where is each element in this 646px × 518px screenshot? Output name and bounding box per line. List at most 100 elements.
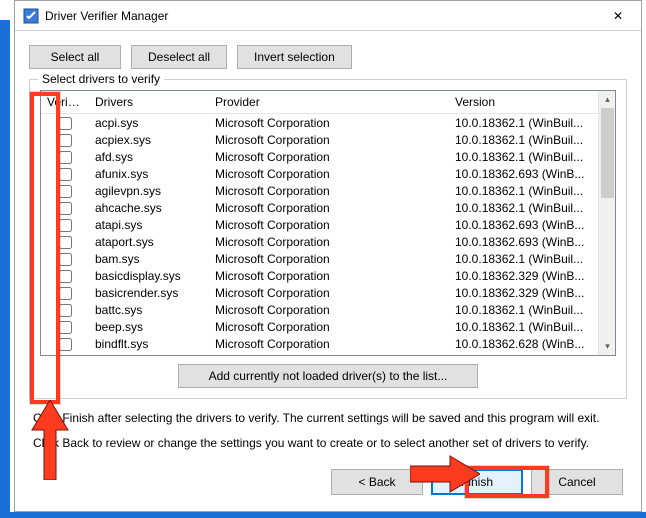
driver-provider: Microsoft Corporation bbox=[209, 354, 449, 355]
driver-provider: Microsoft Corporation bbox=[209, 337, 449, 351]
table-row[interactable]: ahcache.sysMicrosoft Corporation10.0.183… bbox=[41, 199, 598, 216]
table-row[interactable]: basicdisplay.sysMicrosoft Corporation10.… bbox=[41, 267, 598, 284]
driver-version: 10.0.18362.1 (WinBuil... bbox=[449, 116, 598, 130]
footer-buttons: < Back Finish Cancel bbox=[15, 453, 641, 511]
desktop-edge bbox=[0, 512, 646, 518]
driver-version: 10.0.18362.1 (WinBuil... bbox=[449, 201, 598, 215]
driver-version: 10.0.18362.693 (WinB... bbox=[449, 167, 598, 181]
driver-name: bam.sys bbox=[89, 252, 209, 266]
driver-provider: Microsoft Corporation bbox=[209, 201, 449, 215]
driver-provider: Microsoft Corporation bbox=[209, 218, 449, 232]
driver-provider: Microsoft Corporation bbox=[209, 150, 449, 164]
verify-checkbox[interactable] bbox=[59, 321, 72, 334]
verify-checkbox[interactable] bbox=[59, 219, 72, 232]
driver-provider: Microsoft Corporation bbox=[209, 269, 449, 283]
close-button[interactable]: ✕ bbox=[595, 1, 641, 31]
table-row[interactable]: basicrender.sysMicrosoft Corporation10.0… bbox=[41, 284, 598, 301]
driver-version: 10.0.18362.329 (WinB... bbox=[449, 269, 598, 283]
add-unloaded-drivers-button[interactable]: Add currently not loaded driver(s) to th… bbox=[178, 364, 478, 388]
driver-version: 10.0.18362.1 (WinBuil... bbox=[449, 252, 598, 266]
table-row[interactable]: acpi.sysMicrosoft Corporation10.0.18362.… bbox=[41, 114, 598, 131]
table-row[interactable]: beep.sysMicrosoft Corporation10.0.18362.… bbox=[41, 318, 598, 335]
table-row[interactable]: afd.sysMicrosoft Corporation10.0.18362.1… bbox=[41, 148, 598, 165]
verify-checkbox[interactable] bbox=[59, 134, 72, 147]
table-row[interactable]: ataport.sysMicrosoft Corporation10.0.183… bbox=[41, 233, 598, 250]
driver-name: ahcache.sys bbox=[89, 201, 209, 215]
driver-version: 10.0.18362.693 (WinB... bbox=[449, 218, 598, 232]
driver-provider: Microsoft Corporation bbox=[209, 167, 449, 181]
scroll-up-arrow-icon[interactable]: ▴ bbox=[599, 91, 616, 108]
driver-name: bootvid.dll bbox=[89, 354, 209, 355]
driver-name: battc.sys bbox=[89, 303, 209, 317]
verify-checkbox[interactable] bbox=[59, 253, 72, 266]
driver-version: 10.0.18362.1 (WinBuil... bbox=[449, 354, 598, 355]
column-drivers[interactable]: Drivers bbox=[89, 91, 209, 113]
driver-provider: Microsoft Corporation bbox=[209, 252, 449, 266]
driver-version: 10.0.18362.1 (WinBuil... bbox=[449, 184, 598, 198]
verify-checkbox[interactable] bbox=[59, 202, 72, 215]
verify-checkbox[interactable] bbox=[59, 287, 72, 300]
table-row[interactable]: acpiex.sysMicrosoft Corporation10.0.1836… bbox=[41, 131, 598, 148]
verify-checkbox[interactable] bbox=[59, 270, 72, 283]
list-body[interactable]: acpi.sysMicrosoft Corporation10.0.18362.… bbox=[41, 114, 598, 355]
driver-version: 10.0.18362.628 (WinB... bbox=[449, 337, 598, 351]
deselect-all-button[interactable]: Deselect all bbox=[131, 45, 227, 69]
driver-provider: Microsoft Corporation bbox=[209, 235, 449, 249]
table-row[interactable]: afunix.sysMicrosoft Corporation10.0.1836… bbox=[41, 165, 598, 182]
table-row[interactable]: bam.sysMicrosoft Corporation10.0.18362.1… bbox=[41, 250, 598, 267]
verify-checkbox[interactable] bbox=[59, 117, 72, 130]
desktop-edge bbox=[0, 20, 10, 518]
close-icon: ✕ bbox=[613, 9, 623, 23]
verify-checkbox[interactable] bbox=[59, 185, 72, 198]
driver-provider: Microsoft Corporation bbox=[209, 184, 449, 198]
driver-version: 10.0.18362.329 (WinB... bbox=[449, 286, 598, 300]
verify-checkbox[interactable] bbox=[59, 151, 72, 164]
table-row[interactable]: agilevpn.sysMicrosoft Corporation10.0.18… bbox=[41, 182, 598, 199]
driver-name: beep.sys bbox=[89, 320, 209, 334]
driver-provider: Microsoft Corporation bbox=[209, 133, 449, 147]
scroll-down-arrow-icon[interactable]: ▾ bbox=[599, 338, 616, 355]
verify-checkbox[interactable] bbox=[59, 304, 72, 317]
table-row[interactable]: battc.sysMicrosoft Corporation10.0.18362… bbox=[41, 301, 598, 318]
driver-name: acpi.sys bbox=[89, 116, 209, 130]
driver-provider: Microsoft Corporation bbox=[209, 303, 449, 317]
column-provider[interactable]: Provider bbox=[209, 91, 449, 113]
driver-provider: Microsoft Corporation bbox=[209, 116, 449, 130]
select-all-button[interactable]: Select all bbox=[29, 45, 121, 69]
table-row[interactable]: bindflt.sysMicrosoft Corporation10.0.183… bbox=[41, 335, 598, 352]
groupbox-label: Select drivers to verify bbox=[38, 72, 164, 86]
column-verify[interactable]: Verify? bbox=[41, 91, 89, 113]
table-row[interactable]: bootvid.dllMicrosoft Corporation10.0.183… bbox=[41, 352, 598, 355]
driver-name: basicrender.sys bbox=[89, 286, 209, 300]
driver-version: 10.0.18362.693 (WinB... bbox=[449, 235, 598, 249]
list-header: Verify? Drivers Provider Version bbox=[41, 91, 598, 114]
verify-checkbox[interactable] bbox=[59, 236, 72, 249]
verify-checkbox[interactable] bbox=[59, 168, 72, 181]
cancel-button[interactable]: Cancel bbox=[531, 469, 623, 495]
instruction-finish: Click Finish after selecting the drivers… bbox=[33, 409, 623, 428]
vertical-scrollbar[interactable]: ▴ ▾ bbox=[598, 91, 615, 355]
driver-version: 10.0.18362.1 (WinBuil... bbox=[449, 133, 598, 147]
column-version[interactable]: Version bbox=[449, 91, 598, 113]
verify-checkbox[interactable] bbox=[59, 338, 72, 351]
instructions: Click Finish after selecting the drivers… bbox=[15, 399, 641, 453]
titlebar: Driver Verifier Manager ✕ bbox=[15, 1, 641, 31]
driver-provider: Microsoft Corporation bbox=[209, 320, 449, 334]
driver-version: 10.0.18362.1 (WinBuil... bbox=[449, 303, 598, 317]
driver-list: Verify? Drivers Provider Version acpi.sy… bbox=[40, 90, 616, 356]
driver-name: acpiex.sys bbox=[89, 133, 209, 147]
invert-selection-button[interactable]: Invert selection bbox=[237, 45, 352, 69]
driver-name: afd.sys bbox=[89, 150, 209, 164]
table-row[interactable]: atapi.sysMicrosoft Corporation10.0.18362… bbox=[41, 216, 598, 233]
driver-name: basicdisplay.sys bbox=[89, 269, 209, 283]
driver-name: bindflt.sys bbox=[89, 337, 209, 351]
back-button[interactable]: < Back bbox=[331, 469, 423, 495]
driver-name: afunix.sys bbox=[89, 167, 209, 181]
finish-button[interactable]: Finish bbox=[431, 469, 523, 495]
app-icon bbox=[23, 8, 39, 24]
scroll-thumb[interactable] bbox=[601, 108, 614, 198]
instruction-back: Click Back to review or change the setti… bbox=[33, 434, 623, 453]
driver-name: atapi.sys bbox=[89, 218, 209, 232]
driver-name: ataport.sys bbox=[89, 235, 209, 249]
driver-version: 10.0.18362.1 (WinBuil... bbox=[449, 150, 598, 164]
